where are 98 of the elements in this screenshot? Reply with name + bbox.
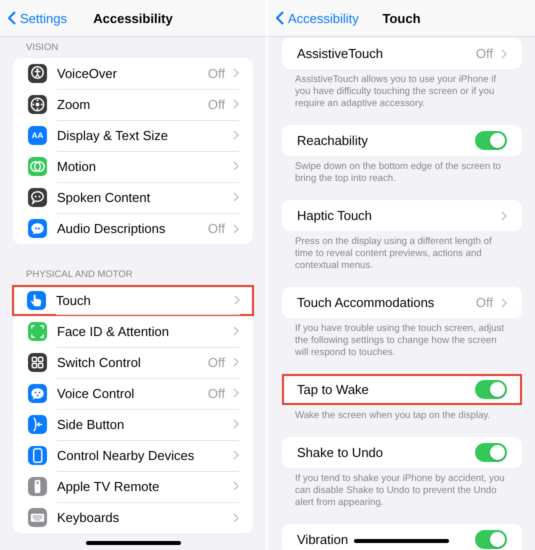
zoom-icon bbox=[28, 95, 47, 114]
chevron-icon bbox=[233, 419, 239, 429]
back-chevron-icon bbox=[276, 11, 284, 25]
settings-row[interactable]: AssistiveTouch Off bbox=[282, 38, 522, 69]
row-label: Shake to Undo bbox=[297, 445, 384, 460]
settings-row[interactable]: Touch Accommodations Off bbox=[282, 287, 522, 318]
chevron-icon bbox=[233, 161, 239, 171]
row-label: Side Button bbox=[57, 416, 126, 432]
remote-icon bbox=[28, 477, 47, 496]
speech-bubble-icon bbox=[28, 188, 47, 207]
settings-row[interactable]: Audio Descriptions Off bbox=[13, 213, 253, 244]
row-description: AssistiveTouch allows you to use your iPhone if you have difficulty touching the screen or if you require an adaptive accessory. bbox=[294, 73, 498, 110]
row-value: Off bbox=[208, 221, 225, 236]
screen-title: Touch bbox=[382, 10, 421, 26]
row-description: If you tend to shake your iPhone by accident, you can disable Shake to Undo to prevent the Undo alert from appearing. bbox=[294, 472, 506, 509]
hand-icon bbox=[27, 291, 46, 310]
row-value: Off bbox=[208, 386, 225, 400]
chevron-icon bbox=[233, 481, 239, 491]
row-label: Zoom bbox=[57, 96, 92, 112]
row-label: Control Nearby Devices bbox=[57, 448, 196, 462]
row-label: VoiceOver bbox=[57, 66, 118, 80]
side-button-icon bbox=[28, 415, 47, 434]
settings-row[interactable]: VoiceOver Off bbox=[13, 58, 253, 89]
section-header: PHYSICAL AND MOTOR bbox=[25, 268, 134, 282]
row-value: Off bbox=[208, 96, 225, 112]
settings-row[interactable]: Reachability bbox=[282, 125, 522, 156]
chevron-icon bbox=[233, 192, 239, 202]
row-value: Off bbox=[476, 295, 493, 310]
row-label: Apple TV Remote bbox=[57, 478, 160, 494]
back-button[interactable]: Settings bbox=[0, 10, 67, 26]
settings-row[interactable]: Switch Control Off bbox=[13, 347, 253, 378]
settings-row[interactable]: Voice Control Off bbox=[13, 378, 253, 409]
row-label: AssistiveTouch bbox=[297, 46, 383, 61]
section-header: VISION bbox=[25, 41, 60, 55]
row-value: Off bbox=[476, 46, 493, 61]
settings-row[interactable]: AA Display & Text Size bbox=[13, 120, 253, 151]
chevron-icon bbox=[233, 357, 239, 367]
settings-row[interactable]: Zoom Off bbox=[13, 89, 253, 120]
chat-bubble-icon bbox=[28, 219, 47, 238]
settings-row[interactable]: Vibration bbox=[282, 524, 522, 550]
face-frame-icon bbox=[28, 322, 47, 341]
chevron-icon bbox=[501, 298, 507, 308]
settings-row[interactable]: Spoken Content bbox=[13, 182, 253, 213]
settings-row[interactable]: Keyboards bbox=[13, 502, 253, 533]
row-value: Off bbox=[208, 354, 225, 370]
text-size-icon: AA bbox=[28, 126, 47, 145]
settings-row[interactable]: Face ID & Attention bbox=[13, 316, 253, 347]
row-label: Face ID & Attention bbox=[57, 324, 170, 338]
grid-icon bbox=[28, 353, 47, 372]
settings-row[interactable]: Shake to Undo bbox=[282, 437, 522, 468]
row-description: Wake the screen when you tap on the display. bbox=[294, 409, 492, 422]
row-label: Tap to Wake bbox=[297, 382, 369, 397]
chevron-icon bbox=[233, 224, 239, 234]
row-description: Press on the display using a different length of time to reveal content previews, actions and contextual menus. bbox=[294, 235, 493, 272]
row-label: Spoken Content bbox=[57, 190, 152, 204]
settings-row[interactable]: Apple TV Remote bbox=[13, 471, 253, 502]
row-description: If you have trouble using the touch screen, adjust the following settings to change how the screen will respond to touches. bbox=[294, 322, 506, 359]
chevron-icon bbox=[501, 210, 507, 220]
row-value: Off bbox=[208, 66, 225, 80]
back-chevron-icon bbox=[8, 11, 16, 25]
chevron-icon bbox=[233, 68, 239, 78]
chevron-icon bbox=[233, 99, 239, 109]
chevron-icon bbox=[233, 512, 239, 522]
row-label: Touch bbox=[56, 292, 92, 308]
chevron-icon bbox=[233, 326, 239, 336]
keyboard-icon bbox=[28, 508, 47, 527]
row-label: Keyboards bbox=[57, 510, 120, 525]
back-button[interactable]: Accessibility bbox=[268, 10, 359, 26]
settings-row[interactable]: Touch bbox=[12, 285, 254, 316]
settings-row[interactable]: Side Button bbox=[13, 409, 253, 440]
row-description: Swipe down on the bottom edge of the screen to bring the top into reach. bbox=[294, 160, 502, 185]
accessibility-icon bbox=[28, 64, 47, 83]
chevron-icon bbox=[233, 388, 239, 398]
chevron-icon bbox=[233, 130, 239, 140]
chevron-icon bbox=[234, 295, 240, 305]
motion-icon bbox=[28, 157, 47, 176]
toggle-switch[interactable] bbox=[475, 443, 507, 462]
settings-row[interactable]: Motion bbox=[13, 151, 253, 182]
row-label: Switch Control bbox=[57, 354, 142, 370]
toggle-switch[interactable] bbox=[475, 131, 507, 150]
row-label: Haptic Touch bbox=[297, 208, 372, 223]
row-label: Display & Text Size bbox=[57, 128, 170, 142]
phone-icon bbox=[28, 446, 47, 465]
settings-row[interactable]: Control Nearby Devices bbox=[13, 440, 253, 471]
settings-row[interactable]: Tap to Wake bbox=[282, 374, 522, 405]
chat-bubble-icon bbox=[28, 384, 47, 403]
row-label: Reachability bbox=[297, 133, 368, 148]
row-label: Voice Control bbox=[57, 386, 136, 400]
screen-title: Accessibility bbox=[93, 10, 173, 26]
chevron-icon bbox=[233, 450, 239, 460]
row-label: Vibration bbox=[297, 532, 348, 547]
chevron-icon bbox=[501, 48, 507, 58]
toggle-switch[interactable] bbox=[475, 380, 507, 399]
settings-row[interactable]: Haptic Touch bbox=[282, 200, 522, 231]
row-label: Audio Descriptions bbox=[57, 221, 166, 236]
row-label: Touch Accommodations bbox=[297, 295, 434, 310]
toggle-switch[interactable] bbox=[475, 530, 507, 549]
row-label: Motion bbox=[57, 158, 98, 174]
